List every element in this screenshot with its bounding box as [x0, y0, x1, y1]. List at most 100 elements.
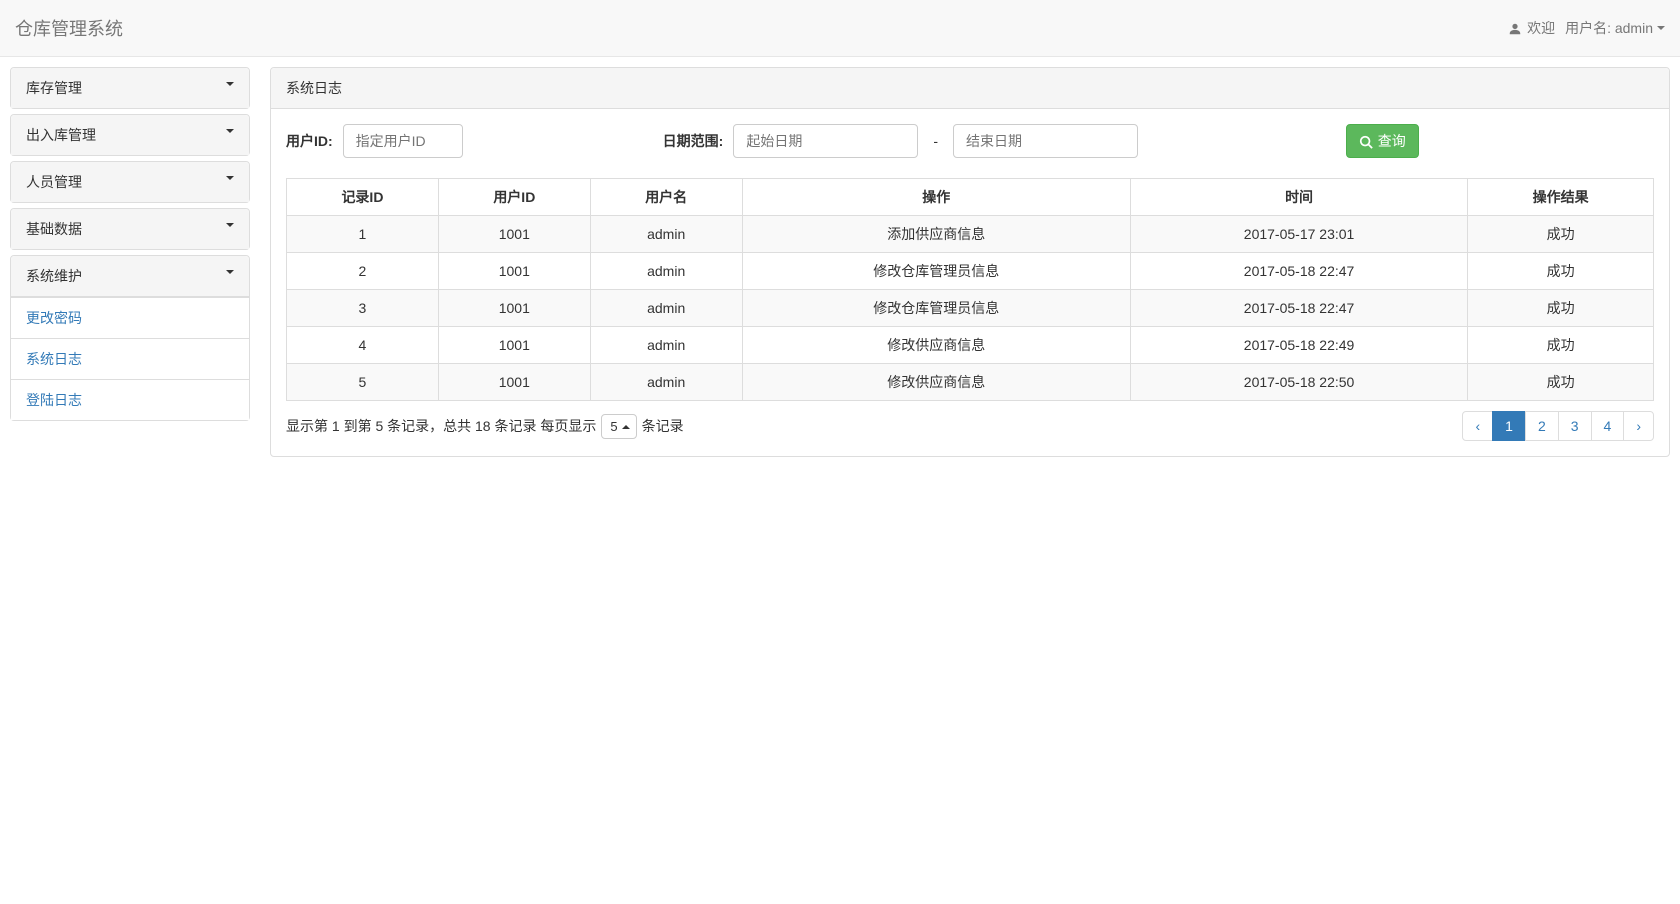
user-id-label: 用户ID:: [286, 131, 333, 151]
page-next[interactable]: ›: [1623, 411, 1654, 441]
date-separator: -: [928, 133, 943, 149]
welcome-text: 欢迎: [1527, 18, 1555, 38]
table-cell: 修改供应商信息: [742, 364, 1130, 401]
table-cell: 修改供应商信息: [742, 327, 1130, 364]
table-row[interactable]: 31001admin修改仓库管理员信息2017-05-18 22:47成功: [287, 290, 1654, 327]
page-number-link[interactable]: 3: [1559, 412, 1591, 440]
table-cell: 成功: [1468, 216, 1654, 253]
table-cell: admin: [590, 253, 742, 290]
sidebar-subitem[interactable]: 更改密码: [11, 297, 249, 338]
sidebar-subitem[interactable]: 登陆日志: [11, 379, 249, 420]
page-next-link[interactable]: ›: [1624, 412, 1653, 440]
page-prev-link[interactable]: ‹: [1463, 412, 1492, 440]
table-cell: 2017-05-18 22:47: [1130, 253, 1468, 290]
table-row[interactable]: 51001admin修改供应商信息2017-05-18 22:50成功: [287, 364, 1654, 401]
main-content: 系统日志 用户ID: 日期范围: - 查询: [270, 67, 1670, 457]
page-size-select[interactable]: 5: [601, 414, 636, 439]
date-range-label: 日期范围:: [663, 131, 724, 151]
sidebar-item[interactable]: 人员管理: [11, 162, 249, 202]
table-cell: 2017-05-18 22:49: [1130, 327, 1468, 364]
page-number[interactable]: 1: [1492, 411, 1526, 441]
navbar: 仓库管理系统 欢迎 用户名: admin: [0, 0, 1680, 57]
pagination: ‹1234›: [1463, 411, 1654, 441]
sidebar-panel: 系统维护更改密码系统日志登陆日志: [10, 255, 250, 421]
sidebar-panel: 人员管理: [10, 161, 250, 203]
user-icon: [1508, 20, 1522, 36]
sidebar-panel: 库存管理: [10, 67, 250, 109]
sidebar-subitem[interactable]: 系统日志: [11, 338, 249, 379]
caret-down-icon: [226, 82, 234, 86]
table-cell: 5: [287, 364, 439, 401]
panel-title: 系统日志: [271, 68, 1669, 109]
page-prev[interactable]: ‹: [1462, 411, 1493, 441]
table-cell: 2017-05-17 23:01: [1130, 216, 1468, 253]
table-header-cell: 操作结果: [1468, 179, 1654, 216]
sidebar-item-label: 系统维护: [26, 268, 82, 284]
user-id-input[interactable]: [343, 124, 463, 158]
table-header-cell: 操作: [742, 179, 1130, 216]
sidebar-item-label: 出入库管理: [26, 127, 96, 143]
table-cell: 3: [287, 290, 439, 327]
table-cell: admin: [590, 327, 742, 364]
page-number[interactable]: 2: [1525, 411, 1559, 441]
main-panel: 系统日志 用户ID: 日期范围: - 查询: [270, 67, 1670, 457]
table-cell: admin: [590, 290, 742, 327]
table-row[interactable]: 11001admin添加供应商信息2017-05-17 23:01成功: [287, 216, 1654, 253]
caret-down-icon: [226, 270, 234, 274]
table-cell: 4: [287, 327, 439, 364]
table-cell: 1001: [438, 364, 590, 401]
sidebar-item[interactable]: 系统维护: [11, 256, 249, 297]
table-header-cell: 用户名: [590, 179, 742, 216]
table-cell: admin: [590, 364, 742, 401]
table-cell: 成功: [1468, 253, 1654, 290]
table-cell: 1001: [438, 216, 590, 253]
page-number[interactable]: 4: [1591, 411, 1625, 441]
table-header-cell: 记录ID: [287, 179, 439, 216]
table-cell: 成功: [1468, 290, 1654, 327]
table-cell: 1001: [438, 327, 590, 364]
table-cell: 2017-05-18 22:47: [1130, 290, 1468, 327]
caret-up-icon: [622, 425, 630, 429]
sidebar-item-label: 基础数据: [26, 221, 82, 237]
table-cell: 成功: [1468, 364, 1654, 401]
sidebar-panel: 出入库管理: [10, 114, 250, 156]
caret-down-icon: [226, 129, 234, 133]
page-number-link[interactable]: 1: [1493, 412, 1525, 440]
table-header-cell: 用户ID: [438, 179, 590, 216]
page-number[interactable]: 3: [1558, 411, 1592, 441]
table-header-row: 记录ID用户ID用户名操作时间操作结果: [287, 179, 1654, 216]
table-cell: admin: [590, 216, 742, 253]
user-menu[interactable]: 欢迎 用户名: admin: [1508, 18, 1665, 38]
table-cell: 2017-05-18 22:50: [1130, 364, 1468, 401]
start-date-input[interactable]: [733, 124, 918, 158]
pagination-info: 显示第 1 到第 5 条记录，总共 18 条记录 每页显示 5 条记录: [286, 414, 684, 439]
sidebar-item[interactable]: 基础数据: [11, 209, 249, 249]
table-cell: 1: [287, 216, 439, 253]
pagination-info-suffix: 条记录: [642, 416, 684, 436]
sidebar-item[interactable]: 出入库管理: [11, 115, 249, 155]
table-cell: 添加供应商信息: [742, 216, 1130, 253]
sidebar: 库存管理出入库管理人员管理基础数据系统维护更改密码系统日志登陆日志: [10, 67, 250, 457]
search-icon: [1359, 133, 1373, 149]
query-button[interactable]: 查询: [1346, 124, 1419, 158]
page-size-value: 5: [610, 419, 617, 434]
table-row[interactable]: 21001admin修改仓库管理员信息2017-05-18 22:47成功: [287, 253, 1654, 290]
caret-down-icon: [226, 176, 234, 180]
end-date-input[interactable]: [953, 124, 1138, 158]
sidebar-panel: 基础数据: [10, 208, 250, 250]
page-number-link[interactable]: 2: [1526, 412, 1558, 440]
table-cell: 1001: [438, 290, 590, 327]
search-row: 用户ID: 日期范围: - 查询: [286, 124, 1654, 158]
table-cell: 修改仓库管理员信息: [742, 253, 1130, 290]
page-number-link[interactable]: 4: [1592, 412, 1624, 440]
table-cell: 2: [287, 253, 439, 290]
sidebar-submenu: 更改密码系统日志登陆日志: [11, 297, 249, 420]
sidebar-item-label: 库存管理: [26, 80, 82, 96]
sidebar-item[interactable]: 库存管理: [11, 68, 249, 108]
table-row[interactable]: 41001admin修改供应商信息2017-05-18 22:49成功: [287, 327, 1654, 364]
app-title: 仓库管理系统: [15, 0, 123, 56]
caret-down-icon: [1657, 26, 1665, 30]
log-table: 记录ID用户ID用户名操作时间操作结果 11001admin添加供应商信息201…: [286, 178, 1654, 401]
table-footer: 显示第 1 到第 5 条记录，总共 18 条记录 每页显示 5 条记录 ‹123…: [286, 411, 1654, 441]
table-cell: 修改仓库管理员信息: [742, 290, 1130, 327]
